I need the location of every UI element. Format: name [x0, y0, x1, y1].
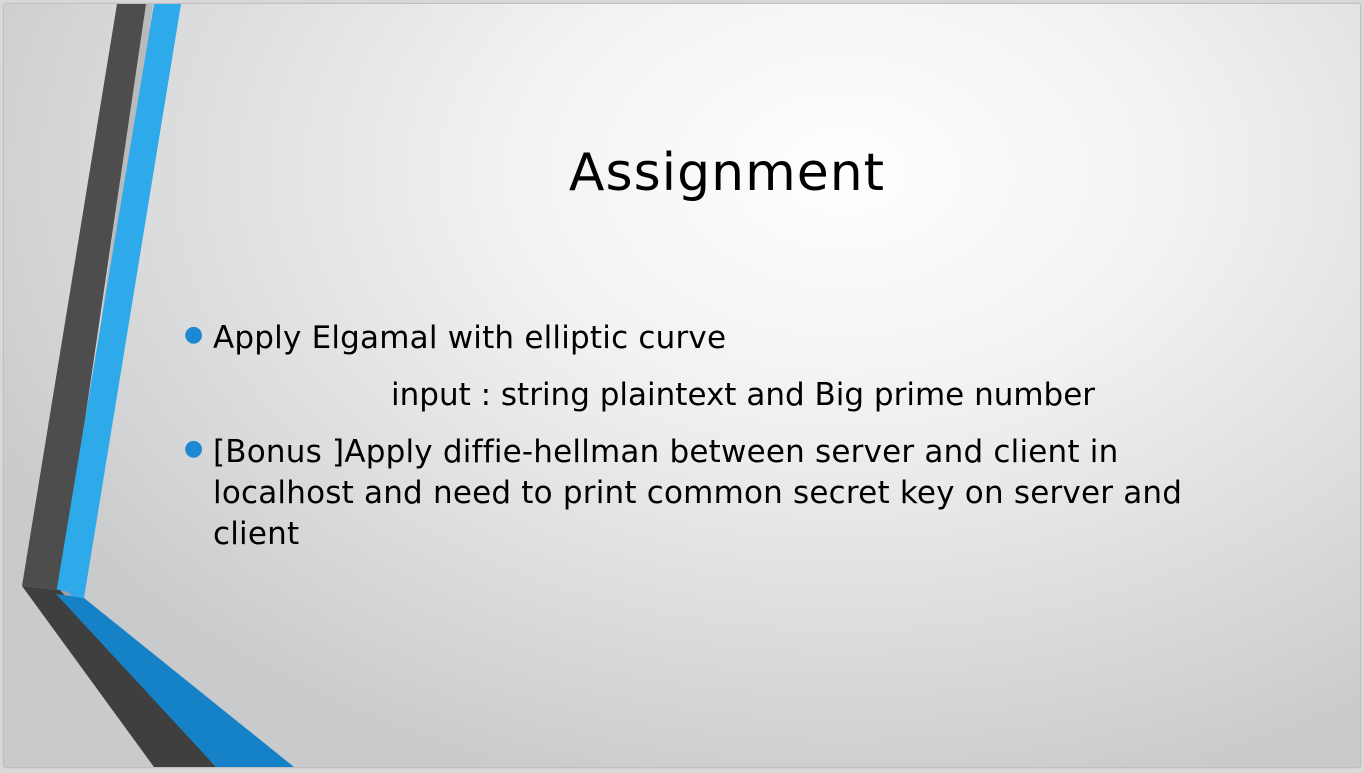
bullet-dot-icon: ●: [184, 436, 204, 461]
stripe-dark-diagonal: [22, 586, 216, 767]
slide-title: Assignment: [568, 143, 886, 203]
slide: Assignment ● Apply Elgamal with elliptic…: [4, 4, 1360, 767]
sub-text-input: input : string plaintext and Big prime n…: [391, 377, 1096, 413]
bullet-text: Apply Elgamal with elliptic curve: [213, 320, 727, 356]
bullet-item-bonus: ● [Bonus ]Apply diffie-hellman between s…: [180, 432, 1260, 555]
slide-body: ● Apply Elgamal with elliptic curve inpu…: [180, 318, 1260, 555]
bullet-item-elgamal: ● Apply Elgamal with elliptic curve: [180, 318, 1260, 359]
bullet-dot-icon: ●: [184, 322, 204, 347]
bullet-text: [Bonus ]Apply diffie-hellman between ser…: [213, 434, 1183, 552]
